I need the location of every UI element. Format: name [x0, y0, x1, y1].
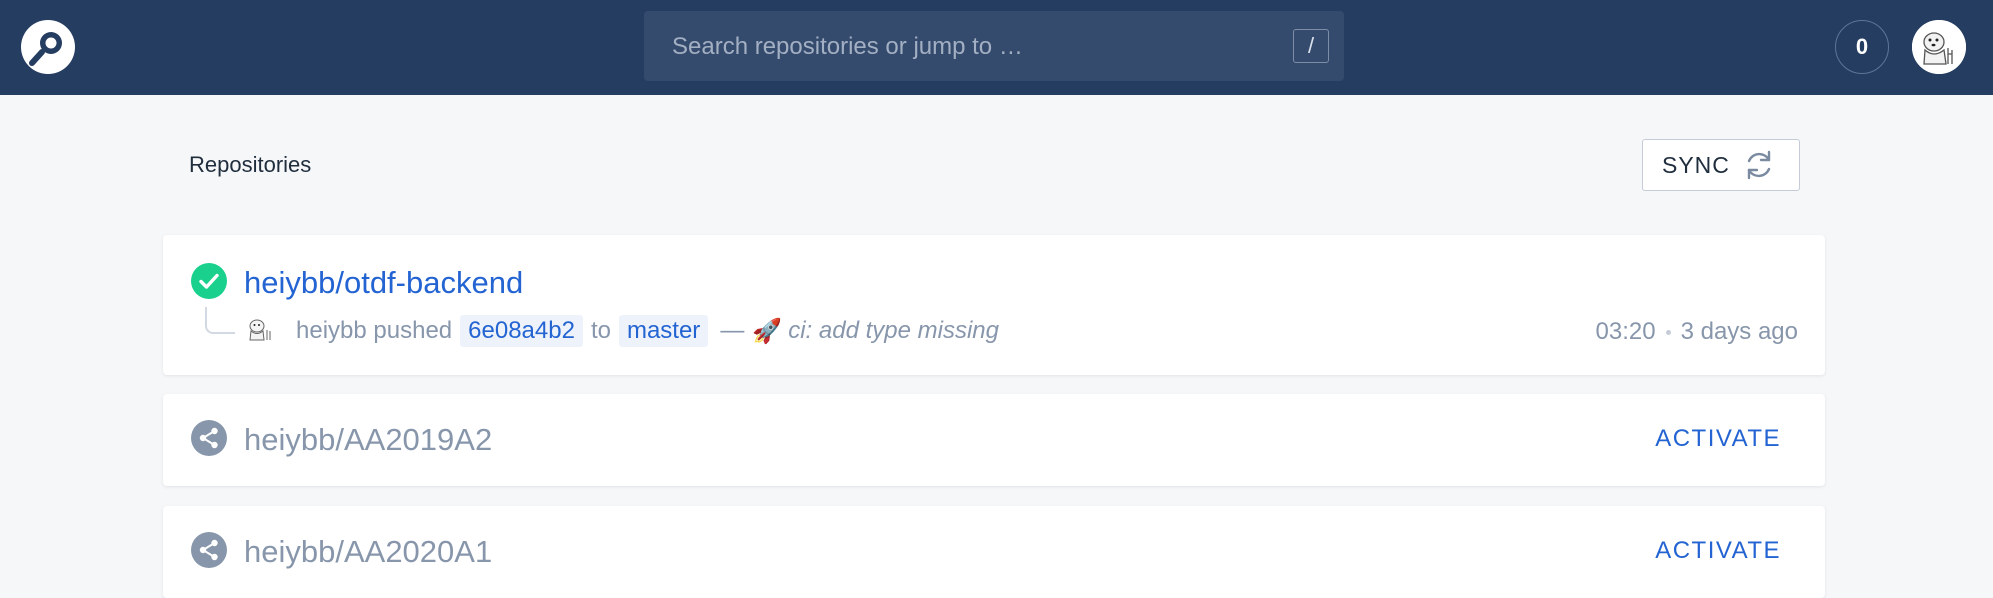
search-shortcut-key: /: [1293, 29, 1329, 63]
repo-card: heiybb/AA2019A2 ACTIVATE: [163, 394, 1825, 486]
success-check-icon: [191, 263, 227, 299]
commit-separator: —: [720, 317, 745, 344]
sync-button-label: SYNC: [1662, 151, 1730, 178]
build-counter-badge[interactable]: 0: [1835, 20, 1889, 74]
commit-message: ci: add type missing: [788, 317, 999, 344]
commit-summary: heiybb pushed 6e08a4b2 to master — 🚀 ci:…: [296, 313, 999, 349]
sync-button[interactable]: SYNC: [1642, 139, 1800, 191]
top-navbar: Search repositories or jump to … / 0: [0, 0, 1993, 95]
commit-author: heiybb: [296, 317, 367, 344]
commit-timestamp: 03:20 3 days ago: [1596, 318, 1798, 346]
commit-time: 03:20: [1595, 318, 1656, 345]
activate-button[interactable]: ACTIVATE: [1655, 537, 1781, 565]
page-title: Repositories: [189, 152, 312, 177]
commit-author-avatar: [245, 314, 275, 344]
search-input[interactable]: Search repositories or jump to …: [672, 33, 1023, 61]
user-avatar[interactable]: [1912, 20, 1966, 74]
commit-sha-link[interactable]: 6e08a4b2: [460, 315, 583, 347]
commit-branch-link[interactable]: master: [618, 315, 709, 347]
time-separator-dot: [1665, 329, 1671, 335]
share-icon: [191, 532, 227, 568]
activate-button[interactable]: ACTIVATE: [1655, 425, 1781, 453]
repo-name: heiybb/AA2020A1: [244, 534, 493, 569]
commit-ago: 3 days ago: [1680, 318, 1798, 345]
search-bar[interactable]: Search repositories or jump to … /: [644, 11, 1344, 81]
repo-card: heiybb/AA2020A1 ACTIVATE: [163, 506, 1825, 598]
commit-to-label: to: [590, 317, 611, 344]
drone-logo-icon[interactable]: [20, 19, 76, 75]
commit-action: pushed: [373, 317, 453, 344]
repo-name: heiybb/AA2019A2: [244, 422, 493, 457]
share-icon: [191, 420, 227, 456]
repo-card[interactable]: heiybb/otdf-backend heiybb pushed 6e08a4…: [163, 235, 1825, 375]
rocket-emoji-icon: 🚀: [752, 317, 783, 345]
refresh-icon: [1747, 150, 1771, 180]
commit-connector-line: [205, 307, 235, 334]
repo-name-link[interactable]: heiybb/otdf-backend: [244, 265, 523, 301]
